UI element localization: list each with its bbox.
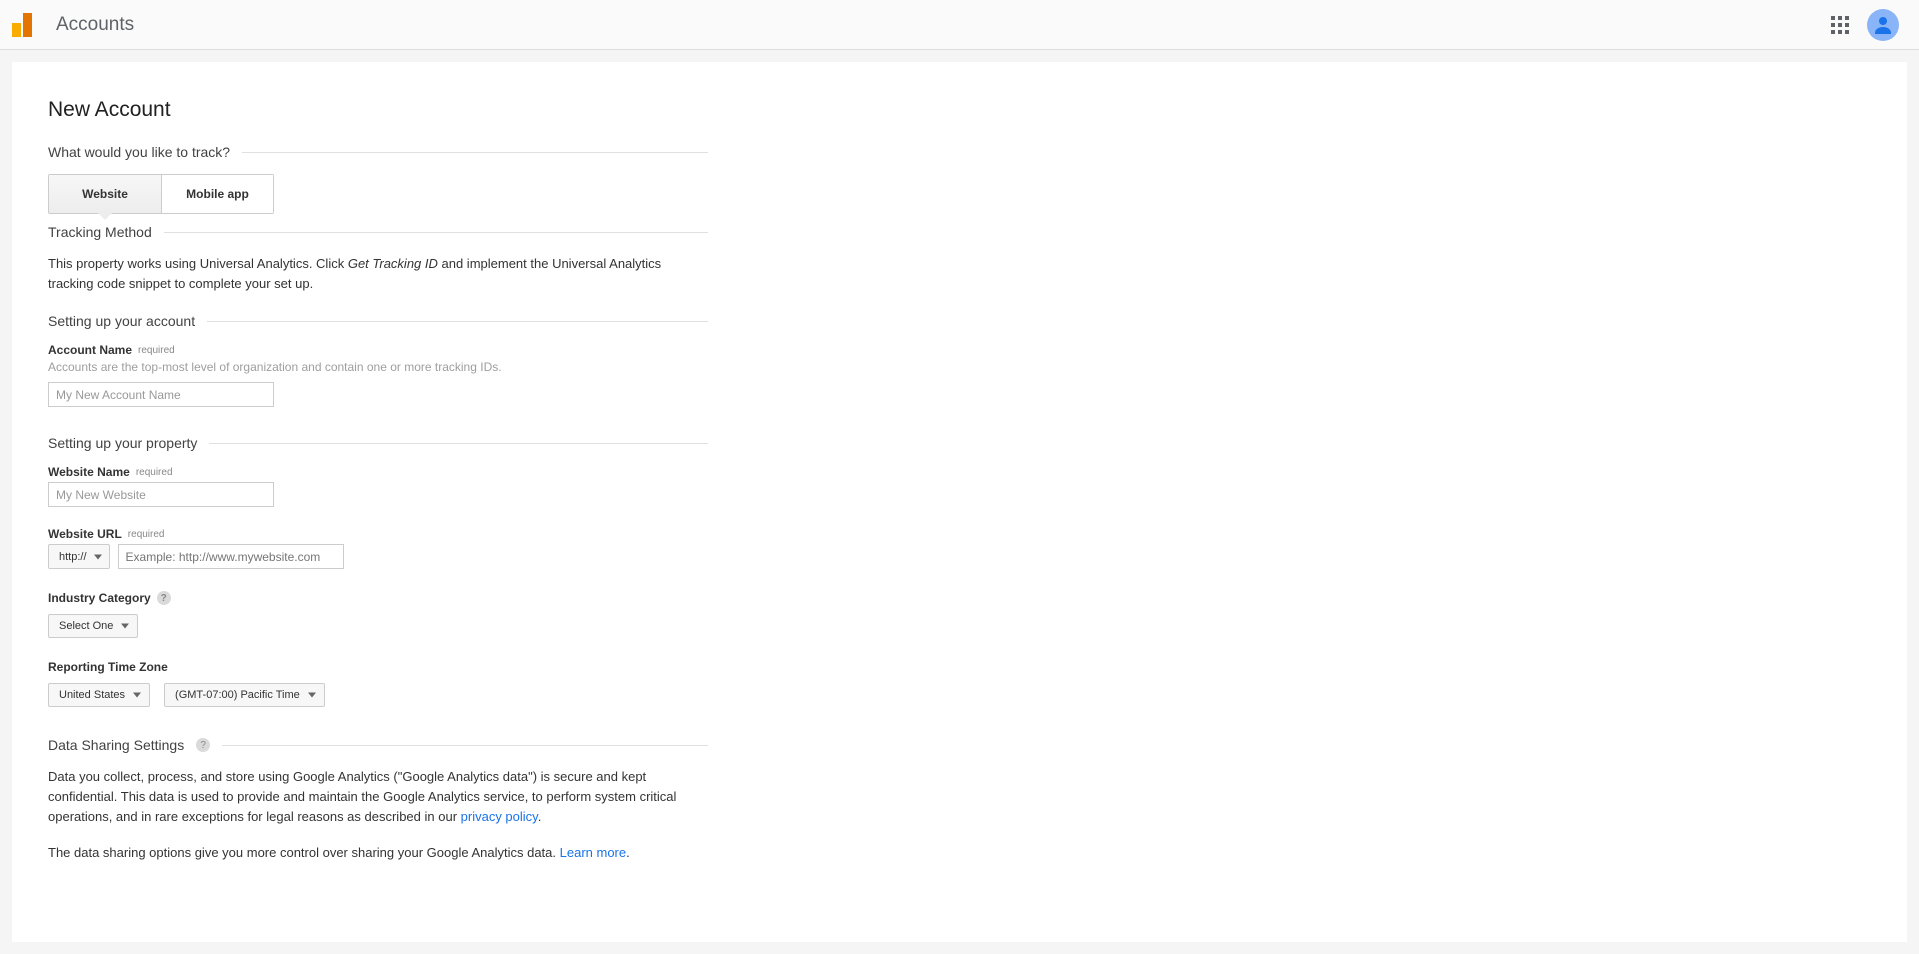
divider	[242, 152, 708, 153]
top-bar: Accounts	[0, 0, 1919, 50]
required-tag: required	[136, 467, 173, 478]
apps-grid-icon[interactable]	[1831, 16, 1849, 34]
industry-category-select[interactable]: Select One	[48, 614, 138, 638]
help-icon[interactable]: ?	[157, 591, 171, 605]
protocol-select[interactable]: http://	[48, 544, 110, 569]
label-text: Website Name	[48, 465, 130, 479]
label-text: Industry Category	[48, 591, 151, 605]
account-name-label: Account Name required	[48, 343, 708, 357]
page-header-title: Accounts	[56, 14, 134, 36]
required-tag: required	[128, 529, 165, 540]
learn-more-link[interactable]: Learn more	[560, 845, 626, 860]
period: .	[626, 845, 630, 860]
website-url-label: Website URL required	[48, 527, 708, 541]
track-type-tabs: Website Mobile app	[48, 174, 274, 214]
data-sharing-paragraph: Data you collect, process, and store usi…	[48, 767, 708, 827]
timezone-country-select[interactable]: United States	[48, 683, 150, 707]
section-setup-property: Setting up your property	[48, 435, 708, 451]
period: .	[538, 809, 542, 824]
industry-category-label: Industry Category ?	[48, 591, 708, 605]
section-data-sharing: Data Sharing Settings ?	[48, 737, 708, 753]
tab-mobile-app[interactable]: Mobile app	[161, 175, 273, 213]
topbar-right	[1831, 9, 1899, 41]
account-name-help: Accounts are the top-most level of organ…	[48, 360, 708, 374]
tracking-method-description: This property works using Universal Anal…	[48, 254, 708, 293]
tab-website[interactable]: Website	[49, 175, 161, 213]
section-setup-account: Setting up your account	[48, 313, 708, 329]
tracking-text-pre: This property works using Universal Anal…	[48, 256, 348, 271]
label-text: Account Name	[48, 343, 132, 357]
divider	[164, 232, 708, 233]
user-avatar[interactable]	[1867, 9, 1899, 41]
account-name-input[interactable]	[48, 382, 274, 407]
topbar-left: Accounts	[12, 13, 134, 37]
section-label: Setting up your account	[48, 313, 195, 329]
data-sharing-paragraph-2: The data sharing options give you more c…	[48, 843, 708, 863]
timezone-offset-select[interactable]: (GMT-07:00) Pacific Time	[164, 683, 325, 707]
section-track-question: What would you like to track?	[48, 144, 708, 160]
tracking-cta-text: Get Tracking ID	[348, 256, 438, 271]
section-label: Data Sharing Settings	[48, 737, 184, 753]
divider	[222, 745, 708, 746]
section-label: What would you like to track?	[48, 144, 230, 160]
timezone-row: United States (GMT-07:00) Pacific Time	[48, 683, 708, 707]
label-text: Website URL	[48, 527, 122, 541]
industry-category-block: Industry Category ? Select One	[48, 591, 708, 638]
website-url-row: http://	[48, 544, 708, 569]
section-label: Tracking Method	[48, 224, 152, 240]
help-icon[interactable]: ?	[196, 738, 210, 752]
main-content: New Account What would you like to track…	[12, 62, 1907, 942]
section-label: Setting up your property	[48, 435, 197, 451]
ds-text: Data you collect, process, and store usi…	[48, 769, 676, 824]
label-text: Reporting Time Zone	[48, 660, 168, 674]
analytics-logo-icon	[12, 13, 36, 37]
section-tracking-method: Tracking Method	[48, 224, 708, 240]
person-icon	[1871, 13, 1895, 37]
website-name-label: Website Name required	[48, 465, 708, 479]
ds-text-2: The data sharing options give you more c…	[48, 845, 560, 860]
reporting-timezone-label: Reporting Time Zone	[48, 660, 708, 674]
website-url-input[interactable]	[118, 544, 344, 569]
divider	[207, 321, 708, 322]
required-tag: required	[138, 345, 175, 356]
website-name-input[interactable]	[48, 482, 274, 507]
privacy-policy-link[interactable]: privacy policy	[461, 809, 538, 824]
page-title: New Account	[48, 98, 708, 122]
divider	[209, 443, 708, 444]
